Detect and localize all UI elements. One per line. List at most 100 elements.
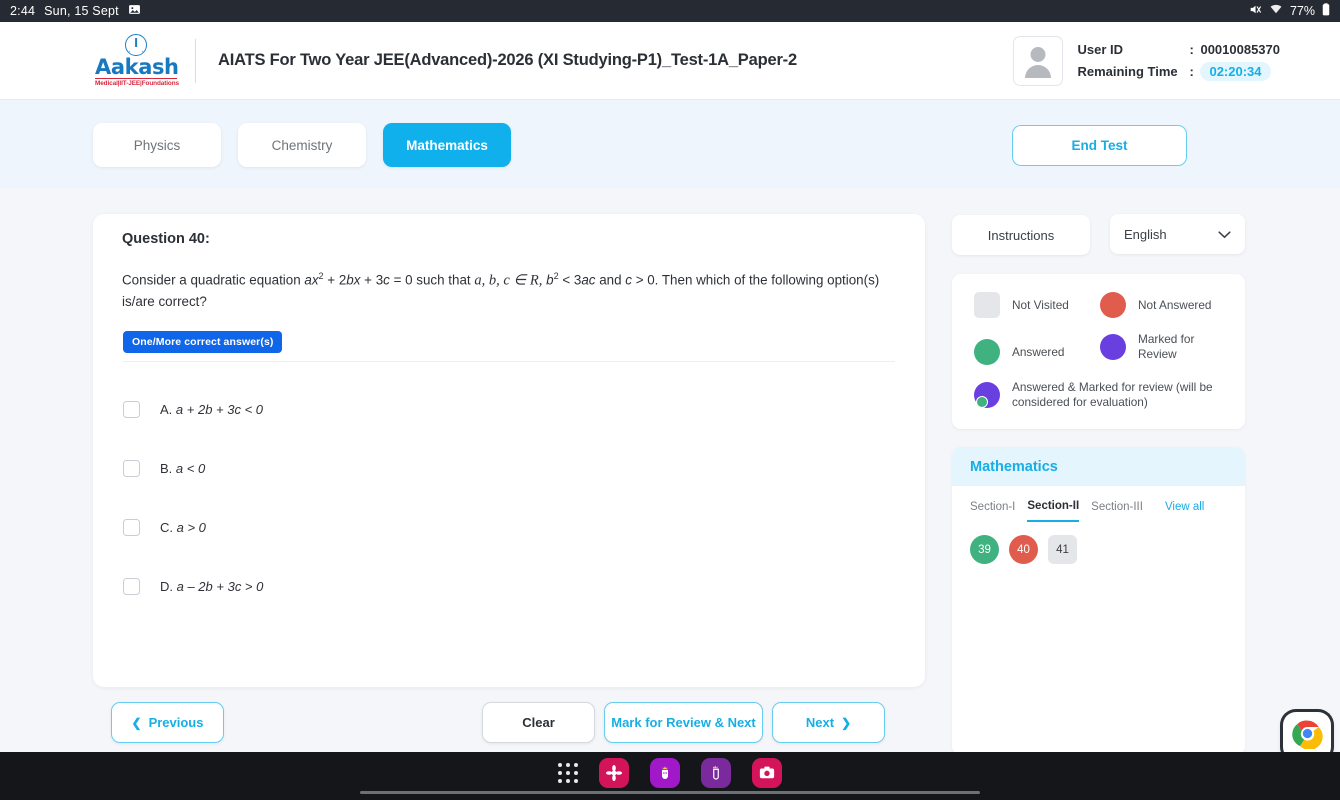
answered-swatch-icon <box>974 339 1000 365</box>
view-all-link[interactable]: View all <box>1165 501 1204 521</box>
question-text-segment-3: + 3 <box>360 272 384 288</box>
legend-label-answered-marked: Answered & Marked for review (will be co… <box>1012 380 1213 409</box>
option-row-c[interactable]: C. a > 0 <box>123 498 895 557</box>
option-letter-a: A. <box>160 402 173 417</box>
battery-icon <box>1322 3 1330 19</box>
question-number-39[interactable]: 39 <box>970 535 999 564</box>
option-checkbox-c[interactable] <box>123 519 140 536</box>
user-info-block: User ID : 00010085370 Remaining Time : 0… <box>1013 35 1280 86</box>
tab-physics[interactable]: Physics <box>93 123 221 167</box>
option-letter-d: D. <box>160 579 173 594</box>
legend-item-answered: Answered <box>974 339 1064 365</box>
palette-subject-title: Mathematics <box>952 447 1245 486</box>
page-title: AIATS For Two Year JEE(Advanced)-2026 (X… <box>218 51 797 69</box>
option-row-d[interactable]: D. a – 2b + 3c > 0 <box>123 557 895 616</box>
tab-mathematics[interactable]: Mathematics <box>383 123 511 167</box>
subject-tabs: Physics Chemistry Mathematics <box>93 123 511 167</box>
option-label-d: D. a – 2b + 3c > 0 <box>160 579 263 594</box>
question-var-ax: ax <box>304 272 319 288</box>
screen-root: 2:44 Sun, 15 Sept 77% Aakash Medical|IIT… <box>0 0 1340 800</box>
android-status-bar: 2:44 Sun, 15 Sept 77% <box>0 0 1340 22</box>
next-button[interactable]: Next ❯ <box>772 702 885 743</box>
user-details: User ID : 00010085370 Remaining Time : 0… <box>1077 39 1280 83</box>
volume-mute-icon <box>1248 3 1262 19</box>
mark-for-review-next-button[interactable]: Mark for Review & Next <box>604 702 763 743</box>
gesture-navigation-bar[interactable] <box>360 791 980 794</box>
remaining-time-row: Remaining Time : 02:20:34 <box>1077 61 1280 83</box>
wifi-icon <box>1269 3 1283 19</box>
language-select[interactable]: English <box>1110 214 1245 254</box>
question-number-list: 39 40 41 <box>952 522 1245 564</box>
option-label-a: A. a + 2b + 3c < 0 <box>160 402 263 417</box>
question-divider <box>123 361 895 362</box>
option-row-b[interactable]: B. a < 0 <box>123 439 895 498</box>
purple-character-app-icon[interactable] <box>650 758 680 788</box>
not-visited-swatch-icon <box>974 292 1000 318</box>
question-number-title: Question 40: <box>122 231 210 247</box>
legend-label-not-visited: Not Visited <box>1012 297 1069 312</box>
option-text-c: a > 0 <box>176 520 206 535</box>
legend-item-marked-review: Marked for Review <box>1100 332 1230 362</box>
option-letter-b: B. <box>160 461 173 476</box>
question-text-segment-5: < 3 <box>558 272 582 288</box>
camera-app-icon[interactable] <box>752 758 782 788</box>
previous-button[interactable]: ❮ Previous <box>111 702 224 743</box>
status-bar-right: 77% <box>1248 3 1330 19</box>
logo-name: Aakash <box>95 55 179 79</box>
remaining-time-value: 02:20:34 <box>1200 62 1271 81</box>
option-letter-c: C. <box>160 520 173 535</box>
option-label-b: B. a < 0 <box>160 461 205 476</box>
options-list: A. a + 2b + 3c < 0 B. a < 0 C. a > 0 D. … <box>123 380 895 616</box>
user-id-value: 00010085370 <box>1200 42 1280 57</box>
question-number-40[interactable]: 40 <box>1009 535 1038 564</box>
instructions-button[interactable]: Instructions <box>952 215 1090 255</box>
question-var-c1: c <box>383 272 390 288</box>
android-taskbar <box>0 752 1340 800</box>
question-text-segment-4: = 0 such that <box>389 272 475 288</box>
option-checkbox-b[interactable] <box>123 460 140 477</box>
option-text-b: a < 0 <box>175 461 206 476</box>
next-button-label: Next <box>805 715 835 730</box>
question-set-vars: a, b, c <box>474 272 510 289</box>
header-divider <box>195 38 196 83</box>
question-palette-card: Mathematics Section-I Section-II Section… <box>952 447 1245 755</box>
user-id-row: User ID : 00010085370 <box>1077 39 1280 61</box>
user-id-colon: : <box>1189 42 1194 57</box>
option-checkbox-a[interactable] <box>123 401 140 418</box>
option-text-d: a – 2b + 3c > 0 <box>176 579 264 594</box>
aakash-emblem-icon <box>125 34 147 56</box>
question-number-41[interactable]: 41 <box>1048 535 1077 564</box>
question-var-ac: ac <box>581 272 596 288</box>
battery-percent: 77% <box>1289 4 1315 18</box>
answered-marked-swatch-icon <box>974 382 1000 408</box>
not-answered-swatch-icon <box>1100 292 1126 318</box>
option-checkbox-d[interactable] <box>123 578 140 595</box>
question-set-r: R, <box>529 272 543 289</box>
clear-button[interactable]: Clear <box>482 702 595 743</box>
app-drawer-icon[interactable] <box>558 763 578 783</box>
legend-item-not-visited: Not Visited <box>974 292 1069 318</box>
status-time: 2:44 <box>10 4 36 18</box>
language-select-value: English <box>1124 226 1167 242</box>
section-tab-iii[interactable]: Section-III <box>1091 501 1143 521</box>
crown-character-app-icon[interactable] <box>701 758 731 788</box>
flower-app-icon[interactable] <box>599 758 629 788</box>
option-row-a[interactable]: A. a + 2b + 3c < 0 <box>123 380 895 439</box>
section-tab-ii[interactable]: Section-II <box>1027 500 1080 522</box>
option-text-a: a + 2b + 3c < 0 <box>175 402 264 417</box>
end-test-button[interactable]: End Test <box>1012 125 1187 166</box>
chevron-down-icon <box>1218 227 1231 242</box>
image-icon[interactable] <box>128 3 141 19</box>
legend-label-not-answered: Not Answered <box>1138 297 1212 312</box>
question-text-segment-2: + 2 <box>323 272 347 288</box>
chevron-right-icon: ❯ <box>841 715 852 730</box>
status-bar-left: 2:44 Sun, 15 Sept <box>10 3 141 19</box>
marked-review-swatch-icon <box>1100 334 1126 360</box>
tab-chemistry[interactable]: Chemistry <box>238 123 366 167</box>
app-window: Aakash Medical|IIT-JEE|Foundations AIATS… <box>0 22 1340 760</box>
section-tab-i[interactable]: Section-I <box>970 501 1015 521</box>
status-date: Sun, 15 Sept <box>44 4 119 18</box>
previous-button-label: Previous <box>148 715 204 730</box>
question-var-b: b <box>546 272 554 288</box>
chrome-icon <box>1291 718 1323 754</box>
